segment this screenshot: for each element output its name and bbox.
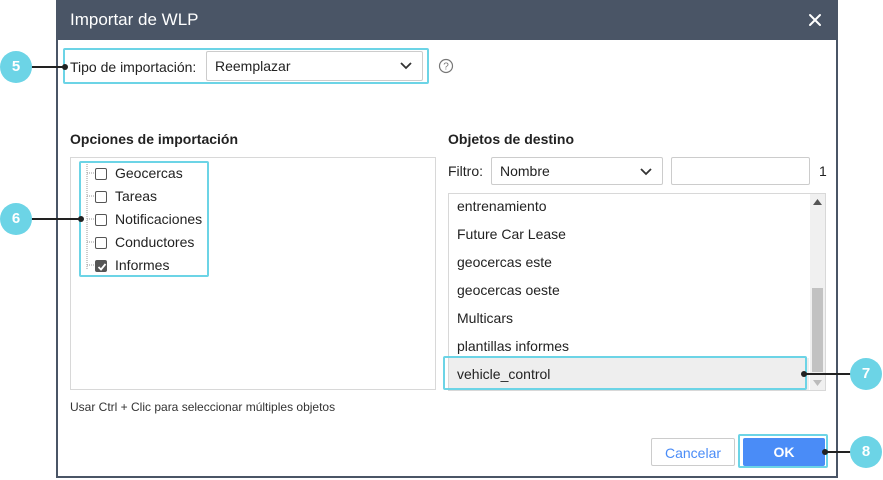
target-list-item[interactable]: geocercas oeste [449,276,809,304]
question-circle-icon[interactable]: ? [438,58,454,74]
result-count: 1 [819,163,827,179]
dialog-titlebar: Importar de WLP [58,0,836,40]
callout-box-import-type [63,48,429,84]
search-input[interactable] [671,157,810,185]
target-list-item[interactable]: geocercas este [449,248,809,276]
scrollbar-thumb[interactable] [812,288,823,372]
chevron-down-icon [640,168,652,176]
leader-dot-5 [62,64,68,70]
cancel-button[interactable]: Cancelar [651,438,735,466]
leader-line-8 [826,451,852,453]
scrollbar[interactable] [810,194,825,390]
options-heading: Opciones de importación [70,131,239,147]
leader-line-5 [30,66,66,68]
callout-marker-6: 6 [0,203,32,235]
leader-dot-7 [801,371,807,377]
svg-text:?: ? [443,62,449,73]
scroll-up-icon[interactable] [813,199,822,205]
targets-heading: Objetos de destino [448,131,575,147]
leader-dot-6 [78,216,84,222]
target-list-item[interactable]: Multicars [449,304,809,332]
target-list-item[interactable]: entrenamiento [449,194,809,220]
target-list-item[interactable]: Future Car Lease [449,220,809,248]
close-icon[interactable] [806,11,824,29]
leader-dot-8 [822,449,828,455]
filter-select[interactable]: Nombre [491,157,663,185]
callout-box-ok [738,434,828,468]
callout-marker-8: 8 [850,436,882,468]
leader-line-6 [30,218,82,220]
callout-box-options [79,161,209,277]
multi-select-hint: Usar Ctrl + Clic para seleccionar múltip… [70,400,336,414]
leader-line-7 [806,373,852,375]
filter-label: Filtro: [448,163,483,179]
filter-value: Nombre [500,163,550,179]
callout-box-selected-target [443,356,807,390]
callout-marker-5: 5 [0,51,32,83]
callout-marker-7: 7 [850,358,882,390]
scroll-down-icon[interactable] [813,380,822,386]
dialog-title: Importar de WLP [70,10,199,29]
